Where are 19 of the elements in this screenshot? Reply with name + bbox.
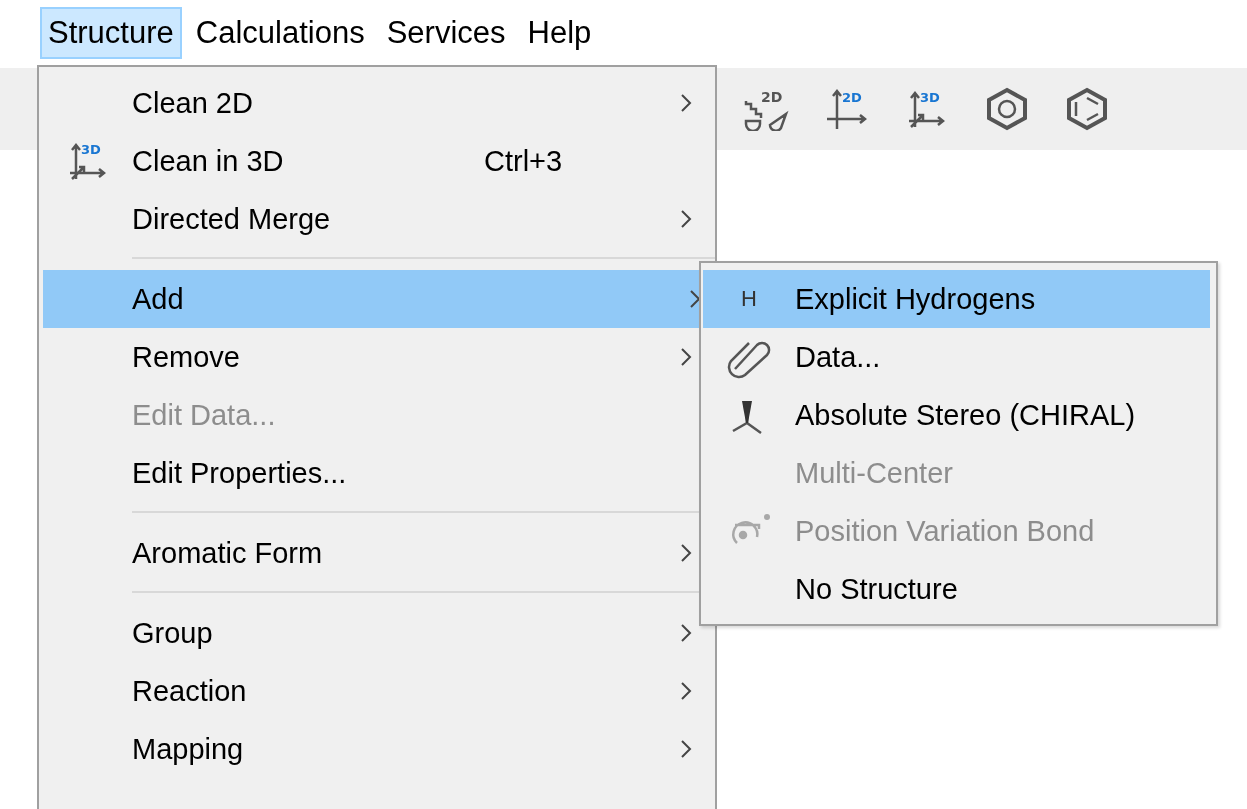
menu-item[interactable]: Reaction [43,662,699,720]
shortcut-label: Ctrl+3 [484,144,563,178]
menu-item[interactable]: 3D Clean in 3D Ctrl+3 [43,132,699,190]
menu-item[interactable]: Edit Properties... [43,444,699,502]
menu-item[interactable]: Calculations [187,6,373,59]
menu-item[interactable]: Absolute Stereo (CHIRAL) [703,386,1210,444]
menu-item[interactable]: Clean 2D [43,74,699,132]
menu-item[interactable]: Structure [40,6,182,59]
menu-item[interactable]: Data... [703,328,1210,386]
menu-item[interactable]: Help [519,6,600,59]
menu-item[interactable]: Group [43,604,699,662]
menu-item[interactable]: Directed Merge [43,190,699,248]
menu-item[interactable]: Aromatic Form [43,524,699,582]
menu-item[interactable]: Remove [43,328,699,386]
menu-item[interactable]: No Structure [703,560,1210,618]
menu-item[interactable]: Services [378,6,514,59]
highlighted-menu-item[interactable]: H Explicit Hydrogens [703,270,1210,328]
menu-item[interactable]: Mapping [43,720,699,778]
hydrogen-icon: H [741,286,757,312]
